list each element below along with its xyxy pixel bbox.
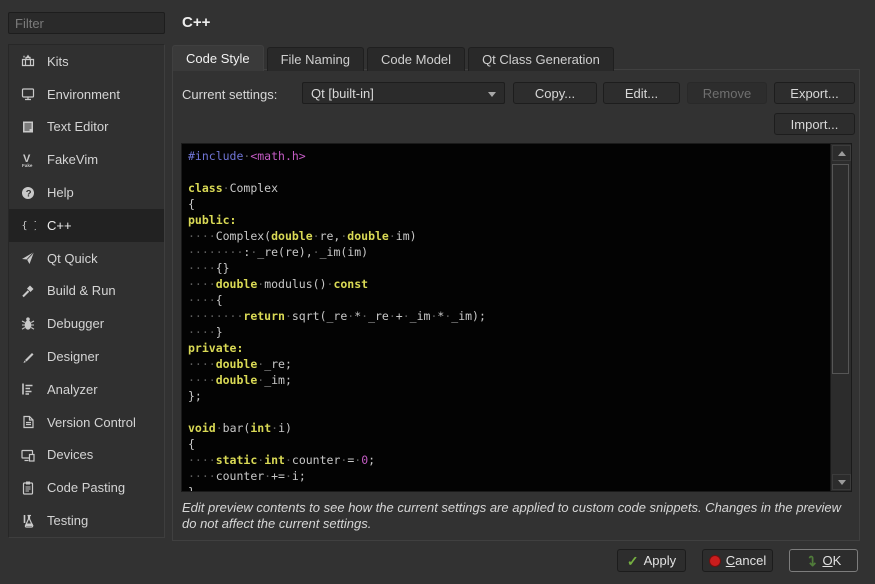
vertical-scrollbar[interactable]	[830, 144, 851, 491]
sidebar-item-help[interactable]: ? Help	[9, 176, 164, 209]
sidebar-item-kits[interactable]: Kits	[9, 45, 164, 78]
settings-category-list: Kits Environment Text Editor VFake FakeV…	[8, 44, 165, 538]
sidebar-item-label: Version Control	[47, 415, 136, 430]
code-lines[interactable]: #include·<math.h> class·Complex{public:·…	[182, 144, 831, 491]
green-arrow-icon: ↩	[805, 555, 819, 567]
sidebar-item-label: C++	[47, 218, 72, 233]
sidebar-item-label: Debugger	[47, 316, 104, 331]
bug-icon	[19, 316, 36, 332]
sidebar-item-label: Qt Quick	[47, 251, 98, 266]
current-settings-label: Current settings:	[182, 87, 277, 102]
sidebar-item-label: Code Pasting	[47, 480, 125, 495]
cancel-button-label: Cancel	[726, 553, 766, 568]
sidebar-item-label: Build & Run	[47, 283, 116, 298]
sidebar-item-designer[interactable]: Designer	[9, 340, 164, 373]
triangle-up-icon	[838, 151, 846, 156]
toolbox-icon	[19, 53, 36, 69]
apply-button[interactable]: ✓ Apply	[617, 549, 686, 572]
sidebar-item-label: Devices	[47, 447, 93, 462]
edit-button[interactable]: Edit...	[603, 82, 680, 104]
scrollbar-thumb[interactable]	[832, 164, 849, 374]
svg-text:{ }: { }	[21, 221, 36, 232]
bar-list-icon	[19, 381, 36, 397]
sidebar-item-analyzer[interactable]: Analyzer	[9, 373, 164, 406]
vim-icon: VFake	[19, 152, 36, 168]
code-preview-editor[interactable]: #include·<math.h> class·Complex{public:·…	[181, 143, 852, 492]
page-title: C++	[182, 14, 210, 31]
sidebar-item-fakevim[interactable]: VFake FakeVim	[9, 143, 164, 176]
ok-button-label: OK	[822, 553, 841, 568]
pencil-icon	[19, 349, 36, 365]
code-style-select-value: Qt [built-in]	[311, 86, 374, 101]
red-stop-icon	[709, 555, 721, 567]
sidebar-item-label: Testing	[47, 513, 88, 528]
sidebar-item-label: Designer	[47, 349, 99, 364]
apply-button-label: Apply	[644, 553, 677, 568]
tab-code-style[interactable]: Code Style	[172, 45, 264, 71]
tab-qt-class-generation[interactable]: Qt Class Generation	[468, 47, 614, 71]
copy-button[interactable]: Copy...	[513, 82, 597, 104]
sidebar-item-qt-quick[interactable]: Qt Quick	[9, 242, 164, 275]
tab-bar: Code Style File Naming Code Model Qt Cla…	[172, 45, 617, 71]
sidebar-item-label: Environment	[47, 87, 120, 102]
sidebar-item-devices[interactable]: Devices	[9, 439, 164, 472]
clipboard-icon	[19, 480, 36, 496]
paper-plane-icon	[19, 250, 36, 266]
svg-text:Fake: Fake	[22, 163, 33, 168]
filter-input[interactable]	[8, 12, 165, 34]
hammer-icon	[19, 283, 36, 299]
scroll-down-button[interactable]	[832, 474, 851, 490]
code-style-select[interactable]: Qt [built-in]	[302, 82, 505, 104]
preview-hint-text: Edit preview contents to see how the cur…	[182, 500, 854, 532]
cancel-button[interactable]: Cancel	[702, 549, 773, 572]
monitor-icon	[19, 86, 36, 102]
remove-button: Remove	[687, 82, 767, 104]
sidebar-item-version-control[interactable]: Version Control	[9, 406, 164, 439]
scroll-up-button[interactable]	[832, 145, 851, 161]
page-icon	[19, 414, 36, 430]
export-button[interactable]: Export...	[774, 82, 855, 104]
sidebar-item-text-editor[interactable]: Text Editor	[9, 111, 164, 144]
sidebar-item-label: Analyzer	[47, 382, 98, 397]
sidebar-item-label: Text Editor	[47, 119, 108, 134]
svg-text:?: ?	[25, 188, 31, 199]
devices-icon	[19, 447, 36, 463]
braces-icon: { }	[19, 217, 36, 233]
sidebar-item-debugger[interactable]: Debugger	[9, 307, 164, 340]
sidebar-item-environment[interactable]: Environment	[9, 78, 164, 111]
sidebar-item-label: FakeVim	[47, 152, 98, 167]
sidebar-item-testing[interactable]: Testing	[9, 504, 164, 537]
sidebar-item-cpp[interactable]: { } C++	[9, 209, 164, 242]
tab-code-model[interactable]: Code Model	[367, 47, 465, 71]
checkmark-icon: ✓	[627, 554, 639, 568]
document-lines-icon	[19, 119, 36, 135]
import-button[interactable]: Import...	[774, 113, 855, 135]
sidebar-item-build-run[interactable]: Build & Run	[9, 275, 164, 308]
ok-button[interactable]: ↩ OK	[789, 549, 858, 572]
flask-icon	[19, 513, 36, 529]
chevron-down-icon	[488, 92, 496, 97]
sidebar-item-label: Help	[47, 185, 74, 200]
sidebar-item-code-pasting[interactable]: Code Pasting	[9, 471, 164, 504]
triangle-down-icon	[838, 480, 846, 485]
tab-file-naming[interactable]: File Naming	[267, 47, 364, 71]
sidebar-item-label: Kits	[47, 54, 69, 69]
question-circle-icon: ?	[19, 185, 36, 201]
